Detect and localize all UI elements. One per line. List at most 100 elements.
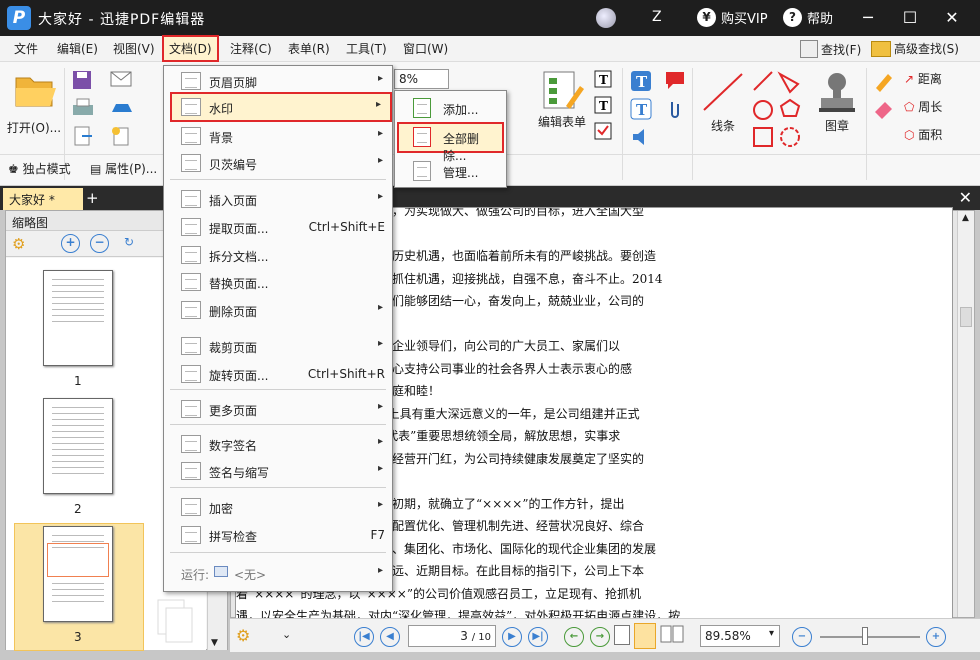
zoom-slider-track[interactable]: [820, 636, 920, 638]
new-tab-button[interactable]: +: [86, 189, 99, 207]
settings-gear-icon[interactable]: ⚙: [236, 626, 250, 645]
print-icon[interactable]: [72, 98, 94, 121]
watermark-manage-item[interactable]: 管理...: [399, 158, 504, 184]
document-tab[interactable]: 大家好 *: [3, 188, 83, 210]
perimeter-button[interactable]: ⬠ 周长: [904, 98, 974, 115]
prev-page-button[interactable]: ◀: [380, 627, 400, 647]
last-page-button[interactable]: ▶|: [528, 627, 548, 647]
rotate-icon[interactable]: ↻: [124, 235, 134, 249]
doc-menu-item-header-footer[interactable]: 页眉页脚 ▸: [164, 68, 392, 94]
page-thumbnail-1[interactable]: [43, 270, 113, 366]
menu-edit[interactable]: 编辑(E): [57, 40, 98, 57]
stamp-button[interactable]: 图章: [812, 70, 862, 134]
scan-icon[interactable]: [110, 98, 134, 119]
back-view-button[interactable]: ←: [564, 627, 584, 647]
doc-menu-item-digital-signature[interactable]: 数字签名 ▸: [164, 431, 392, 457]
first-page-button[interactable]: |◀: [354, 627, 374, 647]
chevron-down-icon[interactable]: ⌄: [282, 628, 291, 641]
zoom-in-icon[interactable]: +: [926, 627, 946, 647]
page-number-input[interactable]: 3 / 10: [408, 625, 496, 647]
scroll-down-icon[interactable]: ▼: [211, 638, 218, 648]
scroll-thumb[interactable]: [960, 307, 972, 327]
zoom-in-icon[interactable]: +: [61, 234, 80, 253]
sound-icon[interactable]: [630, 126, 652, 151]
menu-window[interactable]: 窗口(W): [403, 40, 448, 57]
zoom-out-icon[interactable]: −: [90, 234, 109, 253]
form-checkbox-icon[interactable]: [594, 122, 612, 143]
edit-form-button[interactable]: 编辑表单: [536, 70, 588, 130]
menu-form[interactable]: 表单(R): [288, 40, 330, 57]
watermark-add-item[interactable]: 添加...: [399, 95, 504, 121]
forward-view-button[interactable]: →: [590, 627, 610, 647]
text-box-icon[interactable]: T: [630, 70, 652, 95]
page-export-icon[interactable]: [72, 126, 94, 149]
note-icon[interactable]: [664, 70, 686, 93]
save-icon[interactable]: [72, 70, 92, 93]
doc-menu-item-watermark[interactable]: 水印 ▸: [170, 92, 392, 122]
minimize-button[interactable]: ─: [856, 6, 880, 30]
menu-file[interactable]: 文件: [14, 40, 38, 57]
zoom-select[interactable]: 89.58% ▾: [700, 625, 780, 647]
svg-text:T: T: [599, 73, 608, 87]
email-icon[interactable]: [110, 70, 134, 91]
close-button[interactable]: ✕: [940, 6, 964, 30]
close-tab-button[interactable]: ✕: [959, 188, 972, 207]
line-button[interactable]: 线条: [698, 70, 748, 134]
menu-comment[interactable]: 注释(C): [230, 40, 272, 57]
doc-menu-item-spell-check[interactable]: 拼写检查 F7: [164, 522, 392, 548]
next-page-button[interactable]: ▶: [502, 627, 522, 647]
menu-document[interactable]: 文档(D): [162, 35, 219, 62]
form-list-icon[interactable]: T: [594, 96, 612, 117]
help-button[interactable]: ? 帮助: [783, 8, 833, 27]
new-doc-icon[interactable]: [110, 126, 134, 149]
zoom-out-icon[interactable]: −: [792, 627, 812, 647]
settings-gear-icon[interactable]: ⚙: [12, 235, 25, 253]
exclusive-mode-button[interactable]: ♚ 独占模式: [8, 160, 90, 177]
open-button[interactable]: 打开(O)...: [6, 70, 62, 136]
doc-menu-item-extract-page[interactable]: 提取页面... Ctrl+Shift+E: [164, 214, 392, 240]
callout-icon[interactable]: T: [630, 98, 652, 123]
scroll-up-icon[interactable]: ▲: [962, 213, 969, 223]
doc-menu-item-background[interactable]: 背景 ▸: [164, 123, 392, 149]
continuous-page-icon[interactable]: [634, 623, 656, 649]
buy-vip-button[interactable]: ¥ 购买VIP: [697, 8, 768, 27]
user-name[interactable]: Z: [652, 9, 662, 25]
eraser-icon[interactable]: [872, 98, 894, 123]
doc-menu-item-more-pages[interactable]: 更多页面 ▸: [164, 396, 392, 422]
advanced-find-button[interactable]: 高级查找(S): [871, 40, 959, 57]
pencil-icon[interactable]: [872, 70, 894, 95]
header-footer-icon: [181, 72, 201, 90]
folder-search-icon: [871, 40, 891, 57]
chevron-right-icon: ▸: [377, 565, 383, 576]
page-thumbnail-3[interactable]: [43, 526, 113, 622]
single-page-icon[interactable]: [614, 625, 630, 645]
doc-menu-item-delete-page[interactable]: 删除页面 ▸: [164, 297, 392, 323]
zoom-select-partial[interactable]: 8%: [394, 69, 449, 89]
distance-button[interactable]: ↗ 距离: [904, 70, 974, 87]
document-scrollbar[interactable]: ▲: [957, 211, 974, 617]
area-label: 面积: [918, 128, 943, 142]
doc-menu-item-split-document[interactable]: 拆分文档...: [164, 242, 392, 268]
doc-menu-item-sign-initials[interactable]: 签名与缩写 ▸: [164, 458, 392, 484]
chevron-right-icon: ▸: [377, 401, 383, 412]
chevron-right-icon: ▸: [377, 338, 383, 349]
maximize-button[interactable]: ☐: [898, 6, 922, 30]
find-button[interactable]: 查找(F): [800, 40, 861, 58]
page-thumbnail-2[interactable]: [43, 398, 113, 494]
watermark-delete-all-item[interactable]: 全部删除...: [397, 122, 504, 163]
form-text-field-icon[interactable]: T: [594, 70, 612, 91]
doc-menu-item-bates-number[interactable]: 贝茨编号 ▸: [164, 150, 392, 176]
menu-view[interactable]: 视图(V): [113, 40, 155, 57]
user-avatar-icon[interactable]: [596, 8, 616, 28]
two-page-icon[interactable]: [660, 625, 684, 645]
properties-button[interactable]: ▤ 属性(P)...: [90, 160, 162, 177]
menu-tools[interactable]: 工具(T): [346, 40, 387, 57]
doc-menu-item-encrypt[interactable]: 加密 ▸: [164, 494, 392, 520]
attachment-icon[interactable]: [664, 98, 686, 123]
area-button[interactable]: ⬡ 面积: [904, 126, 974, 143]
doc-menu-item-replace-page[interactable]: 替换页面...: [164, 269, 392, 295]
doc-menu-item-crop-page[interactable]: 裁剪页面 ▸: [164, 333, 392, 359]
doc-menu-item-insert-page[interactable]: 插入页面 ▸: [164, 186, 392, 212]
doc-menu-item-rotate-page[interactable]: 旋转页面... Ctrl+Shift+R: [164, 361, 392, 387]
zoom-slider-handle[interactable]: [862, 627, 868, 645]
